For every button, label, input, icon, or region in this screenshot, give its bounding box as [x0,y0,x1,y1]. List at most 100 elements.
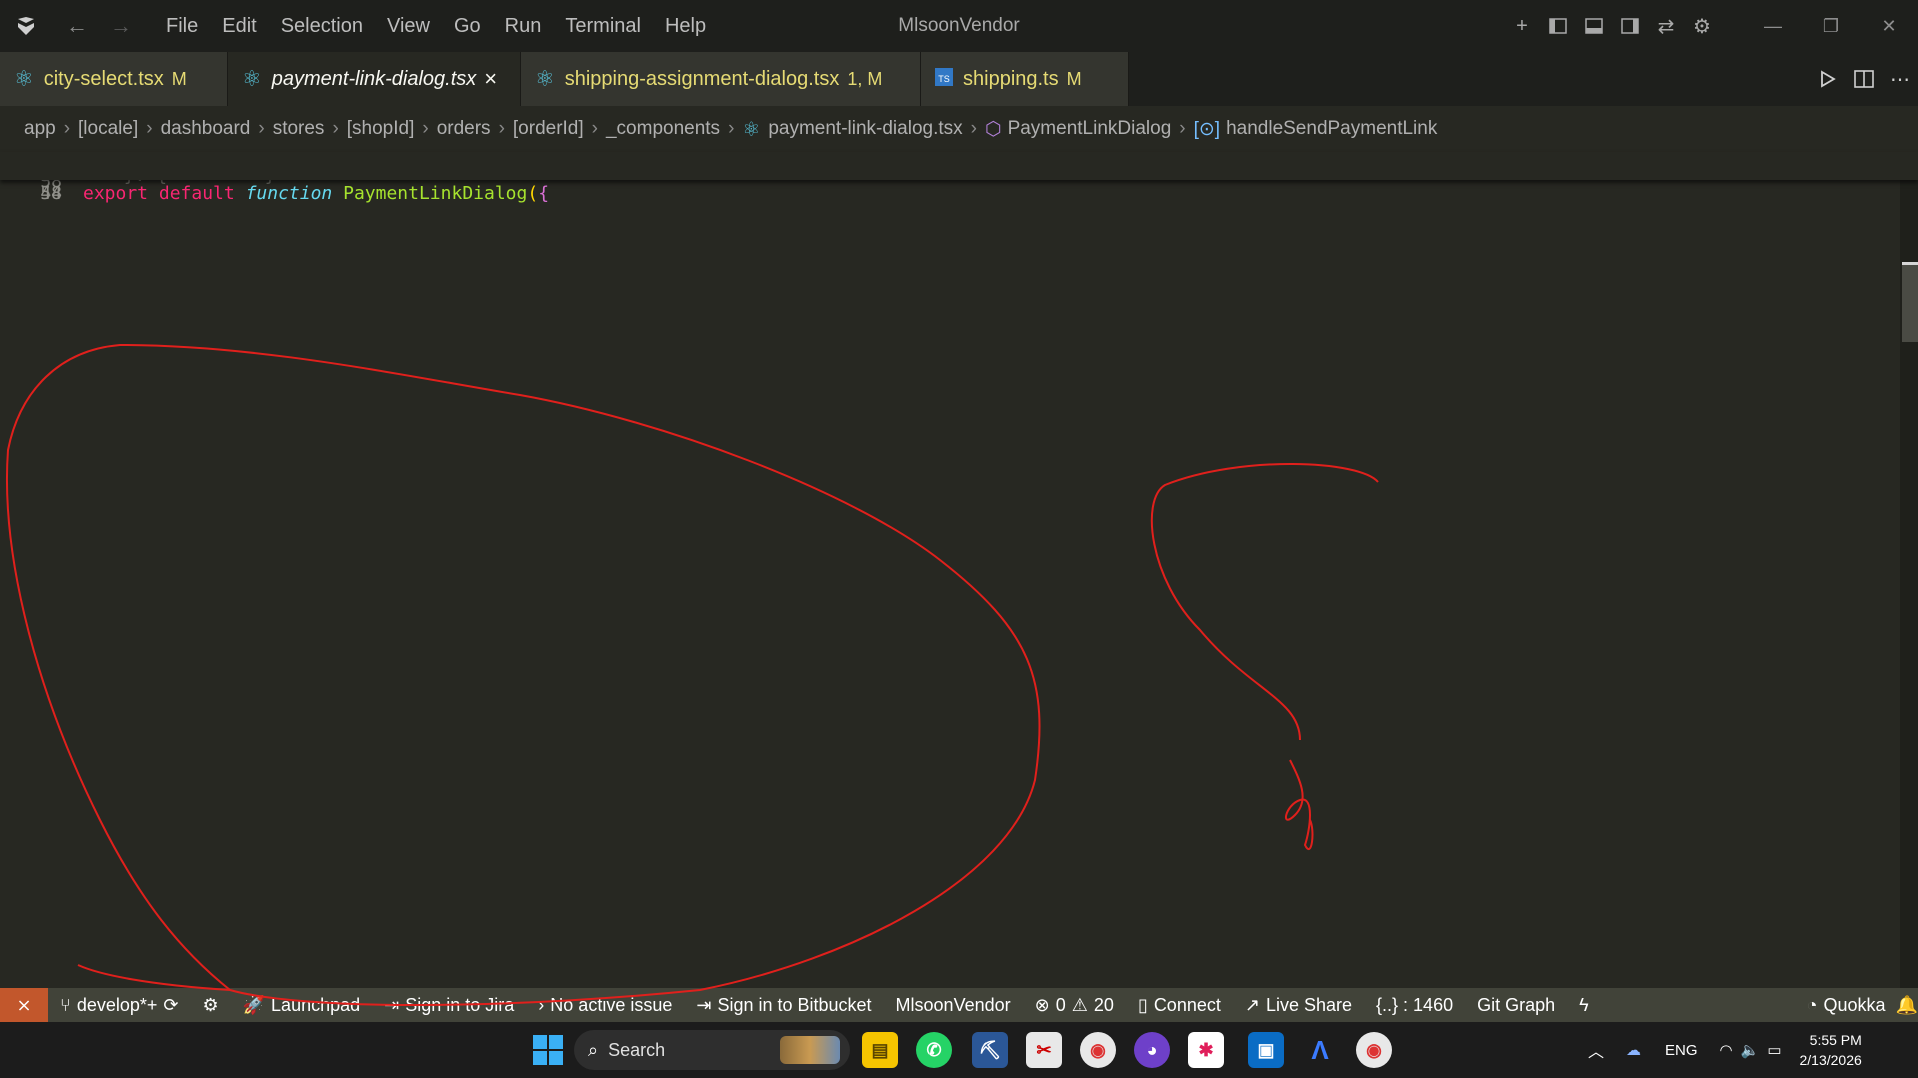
bitbucket-item[interactable]: ⇥ Sign in to Bitbucket [696,995,871,1016]
vscode-taskbar-icon[interactable]: ▣ [1248,1032,1284,1068]
tab-shipping-ts[interactable]: TS shipping.ts M [921,52,1129,106]
minimize-icon[interactable]: — [1744,0,1802,52]
add-icon[interactable]: + [1504,0,1540,52]
sticky-notes-icon[interactable]: ▤ [862,1032,898,1068]
windows-start-icon[interactable] [530,1032,566,1068]
branch-item[interactable]: ⑂ develop*+ ⟳ [60,995,178,1016]
notifications-icon[interactable]: 🔔 [1896,995,1918,1016]
problems-item[interactable]: ⊗ 0 ⚠ 20 [1035,995,1114,1016]
vertical-scrollbar[interactable] [1900,152,1918,988]
close-tab-icon[interactable]: × [484,66,497,92]
gear-icon[interactable]: ⚙ [1684,0,1720,52]
menu-view[interactable]: View [375,0,442,52]
tab-label: shipping.ts [963,67,1059,90]
scroll-thumb[interactable] [1902,262,1918,342]
taskbar-search[interactable]: ⌕ Search [574,1030,850,1070]
cursor-marker [1902,262,1918,265]
breadcrumb-item[interactable]: _components [606,118,720,140]
database-icon: ▯ [1137,994,1148,1015]
snipping-tool-icon[interactable]: ✂ [1026,1032,1062,1068]
tab-payment-link-dialog[interactable]: ⚛ payment-link-dialog.tsx × [228,52,521,106]
git-graph-item[interactable]: Git Graph [1477,995,1555,1016]
menu-selection[interactable]: Selection [269,0,375,52]
swap-icon[interactable]: ⇄ [1648,0,1684,52]
chevron-right-icon: › [1179,118,1186,139]
windows-taskbar: ⌕ Search ▤ ✆ ⛏ ✂ ◉ ◕ ✱ ▣ Λ ◉ ︿ ☁ ENG ◠ 🔈… [0,1022,1918,1078]
sticky-scroll[interactable]: 44 export default function PaymentLinkDia… [0,152,1918,204]
react-icon: ⚛ [535,66,555,91]
react-icon: ⚛ [242,66,262,91]
forward-arrow-icon[interactable]: → [110,13,132,39]
chevron-up-icon[interactable]: ︿ [1588,1038,1604,1062]
breadcrumb-item[interactable]: payment-link-dialog.tsx [768,118,962,140]
breadcrumb-item[interactable]: orders [437,118,491,140]
breadcrumb-item[interactable]: app [24,118,56,140]
remote-indicator-icon[interactable]: ⨯ [0,988,48,1022]
toggle-secondary-sidebar-icon[interactable] [1612,0,1648,52]
toggle-panel-icon[interactable] [1576,0,1612,52]
breadcrumb-item[interactable]: PaymentLinkDialog [1008,118,1172,140]
sync-icon[interactable]: ⟳ [163,995,178,1016]
project-item[interactable]: MlsoonVendor [896,995,1011,1016]
launchpad-item[interactable]: 🚀 Launchpad [243,995,361,1016]
battery-icon[interactable]: ▭ [1767,1041,1781,1059]
lightning-icon[interactable]: ϟ [1579,995,1589,1016]
menu-terminal[interactable]: Terminal [553,0,653,52]
run-icon[interactable] [1810,53,1846,105]
chrome-icon[interactable]: ◉ [1080,1032,1116,1068]
issue-item[interactable]: › No active issue [538,995,672,1016]
search-highlight-image [780,1036,840,1064]
title-bar: ← → File Edit Selection View Go Run Term… [0,0,1918,52]
menu-edit[interactable]: Edit [210,0,268,52]
restore-icon[interactable]: ❐ [1802,0,1860,52]
ssms-icon[interactable]: ⛏ [972,1032,1008,1068]
chevron-right-icon: › [538,994,545,1015]
wifi-icon[interactable]: ◠ [1720,1041,1733,1059]
live-share-item[interactable]: ↗ Live Share [1245,995,1352,1016]
breadcrumb-item[interactable]: [shopId] [347,118,415,140]
tab-city-select[interactable]: ⚛ city-select.tsx M [0,52,228,106]
menu-go[interactable]: Go [442,0,493,52]
typescript-icon: TS [935,66,953,92]
line-number: 44 [40,183,62,204]
braces-item[interactable]: {..} : 1460 [1376,995,1453,1016]
back-arrow-icon[interactable]: ← [66,13,88,39]
split-editor-icon[interactable] [1846,53,1882,105]
git-sync-icon[interactable]: ⚙ [202,995,218,1016]
chrome-profile-icon[interactable]: ◉ [1356,1032,1392,1068]
warning-icon: ⚠ [1071,994,1088,1015]
close-window-icon[interactable]: ✕ [1860,0,1918,52]
code-editor[interactable]: 57 }: { } 58 58 [0,180,1918,988]
modified-badge: M [171,68,187,89]
clock-date[interactable]: 2/13/2026 [1800,1050,1862,1070]
breadcrumb-item[interactable]: handleSendPaymentLink [1226,118,1437,140]
error-icon: ⊗ [1034,994,1050,1015]
chevron-right-icon: › [258,118,265,139]
clock-time[interactable]: 5:55 PM [1810,1030,1862,1050]
language-indicator[interactable]: ENG [1665,1042,1698,1059]
breadcrumb-item[interactable]: stores [273,118,325,140]
more-actions-icon[interactable]: ⋯ [1882,53,1918,105]
quokka-item[interactable]: ◔ Quokka [1807,995,1886,1016]
menu-file[interactable]: File [154,0,210,52]
whatsapp-icon[interactable]: ✆ [916,1032,952,1068]
slack-icon[interactable]: ✱ [1188,1032,1224,1068]
vscode-logo-icon[interactable] [0,0,52,52]
menu-help[interactable]: Help [653,0,718,52]
tab-shipping-assignment-dialog[interactable]: ⚛ shipping-assignment-dialog.tsx 1, M [521,52,921,106]
jira-item[interactable]: ⇥ Sign in to Jira [384,995,514,1016]
a-app-icon[interactable]: Λ [1302,1032,1338,1068]
menu-run[interactable]: Run [493,0,554,52]
breadcrumb-item[interactable]: [locale] [78,118,138,140]
chevron-right-icon: › [422,118,429,139]
breadcrumb-item[interactable]: dashboard [161,118,251,140]
connect-item[interactable]: ▯ Connect [1138,995,1221,1016]
volume-icon[interactable]: 🔈 [1741,1041,1760,1059]
system-tray: ︿ ☁ ENG ◠ 🔈 ▭ 5:55 PM 2/13/2026 [1588,1022,1862,1078]
onedrive-icon[interactable]: ☁ [1626,1041,1641,1059]
modified-badge: 1, M [847,68,883,89]
breadcrumb-item[interactable]: [orderId] [513,118,584,140]
github-icon[interactable]: ◕ [1134,1032,1170,1068]
rocket-icon: 🚀 [242,994,266,1015]
toggle-sidebar-icon[interactable] [1540,0,1576,52]
